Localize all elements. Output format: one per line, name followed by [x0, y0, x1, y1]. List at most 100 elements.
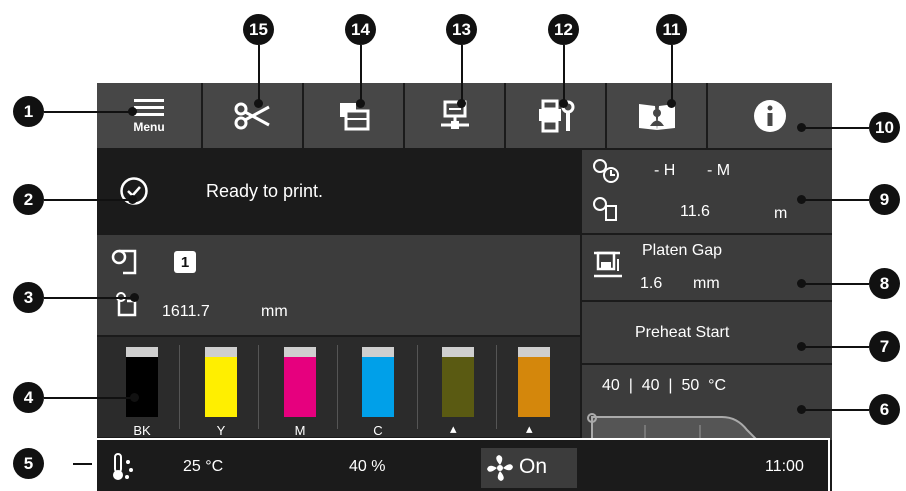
- callout-11: 11: [656, 14, 687, 45]
- platen-gap-title: Platen Gap: [642, 242, 723, 259]
- callout-line-12: [563, 45, 565, 102]
- ink-label-1: Y: [216, 423, 226, 438]
- callout-line-4: [44, 397, 134, 399]
- ink-label-2: M: [294, 423, 306, 438]
- callout-line-9: [801, 199, 869, 201]
- menu-label: Menu: [133, 120, 165, 134]
- length-value: 11.6: [680, 203, 710, 220]
- callout-line-10: [801, 127, 869, 129]
- menu-button[interactable]: Menu: [97, 83, 201, 148]
- callout-14: 14: [345, 14, 376, 45]
- platen-gap-icon: [594, 251, 622, 278]
- fan-toggle[interactable]: On: [481, 448, 577, 488]
- callout-dot-13: [457, 99, 466, 108]
- callout-line-11: [671, 45, 673, 102]
- callout-dot-10: [797, 123, 806, 132]
- ink-cartridge-4: [442, 347, 474, 417]
- ink-label-3: C: [373, 423, 383, 438]
- ink-cartridge-0: [126, 347, 158, 417]
- callout-13: 13: [446, 14, 477, 45]
- callout-dot-6: [797, 405, 806, 414]
- media-time-icon: [593, 159, 619, 183]
- callout-dot-3: [130, 293, 139, 302]
- callout-1: 1: [13, 96, 44, 127]
- time-hours: - H: [654, 162, 676, 179]
- roll-media-icon: [111, 249, 137, 275]
- roll-number-badge: 1: [174, 251, 196, 273]
- fan-state: On: [519, 455, 548, 478]
- platen-heater-icon: [587, 413, 759, 440]
- ink-cartridge-1: [205, 347, 237, 417]
- info-button[interactable]: [708, 83, 832, 148]
- network-icon: [440, 100, 469, 129]
- ink-divider-1: [258, 345, 259, 429]
- callout-15: 15: [243, 14, 274, 45]
- callout-dot-9: [797, 195, 806, 204]
- callout-9: 9: [869, 184, 900, 215]
- timer-area[interactable]: - H - M 11.6 m: [582, 150, 832, 233]
- ink-divider-4: [496, 345, 497, 429]
- media-feed-button[interactable]: [304, 83, 403, 148]
- ink-level-fill-1: [205, 357, 237, 417]
- callout-dot-11: [667, 99, 676, 108]
- platen-gap-unit: mm: [693, 275, 720, 292]
- callout-line-5: [73, 463, 92, 465]
- callout-line-7: [801, 346, 869, 348]
- callout-line-3: [44, 297, 134, 299]
- callout-dot-1: [128, 107, 137, 116]
- ink-level-fill-5: [518, 357, 550, 417]
- ink-level-fill-4: [442, 357, 474, 417]
- remaining-length: 1611.7: [162, 303, 210, 320]
- ink-cartridge-5: [518, 347, 550, 417]
- preheat-start-button[interactable]: Preheat Start: [582, 302, 832, 363]
- callout-dot-2: [128, 195, 137, 204]
- callout-line-1: [44, 111, 132, 113]
- media-info-area[interactable]: 1 1611.7 mm: [97, 235, 580, 335]
- cut-button[interactable]: [203, 83, 302, 148]
- ink-divider-3: [417, 345, 418, 429]
- ink-divider-0: [179, 345, 180, 429]
- ink-divider-2: [337, 345, 338, 429]
- callout-line-13: [461, 45, 463, 102]
- callout-6: 6: [869, 394, 900, 425]
- footer-highlight-right: [828, 438, 830, 491]
- callout-dot-14: [356, 99, 365, 108]
- callout-2: 2: [13, 184, 44, 215]
- ambient-humidity: 40 %: [349, 458, 386, 475]
- fan-icon: [487, 455, 513, 481]
- platen-gap-value: 1.6: [640, 275, 663, 292]
- ink-type-icon-5: ▴: [526, 421, 533, 436]
- scissors-icon: [234, 102, 270, 129]
- callout-line-14: [360, 45, 362, 102]
- thermometer-humidity-icon: [113, 453, 133, 480]
- callout-10: 10: [869, 112, 900, 143]
- platen-gap-area[interactable]: Platen Gap 1.6 mm: [582, 235, 832, 300]
- callout-line-6: [801, 409, 869, 411]
- printer-maintenance-icon: [538, 99, 574, 132]
- media-length-icon: [593, 197, 617, 221]
- ink-cartridge-2: [284, 347, 316, 417]
- ink-levels-area[interactable]: BK Y M C ▴ ▴: [97, 337, 580, 438]
- remaining-unit: mm: [261, 303, 288, 320]
- user-guide-button[interactable]: [607, 83, 706, 148]
- callout-dot-8: [797, 279, 806, 288]
- ink-level-fill-2: [284, 357, 316, 417]
- preheat-start-label: Preheat Start: [635, 324, 730, 341]
- callout-line-8: [801, 283, 869, 285]
- network-button[interactable]: [405, 83, 504, 148]
- callout-5: 5: [13, 448, 44, 479]
- callout-line-2: [44, 199, 132, 201]
- ambient-temperature: 25 °C: [183, 458, 224, 475]
- callout-dot-7: [797, 342, 806, 351]
- callout-dot-15: [254, 99, 263, 108]
- callout-4: 4: [13, 382, 44, 413]
- heater-temps-area[interactable]: 40 | 40 | 50 °C: [582, 365, 832, 440]
- clock-time: 11:00: [765, 458, 804, 475]
- status-message: Ready to print.: [206, 181, 324, 201]
- status-area: Ready to print.: [97, 150, 580, 233]
- callout-8: 8: [869, 268, 900, 299]
- callout-7: 7: [869, 331, 900, 362]
- callout-line-15: [258, 45, 260, 102]
- maintenance-button[interactable]: [506, 83, 605, 148]
- status-bar: 25 °C 40 % On 11:00: [97, 442, 832, 491]
